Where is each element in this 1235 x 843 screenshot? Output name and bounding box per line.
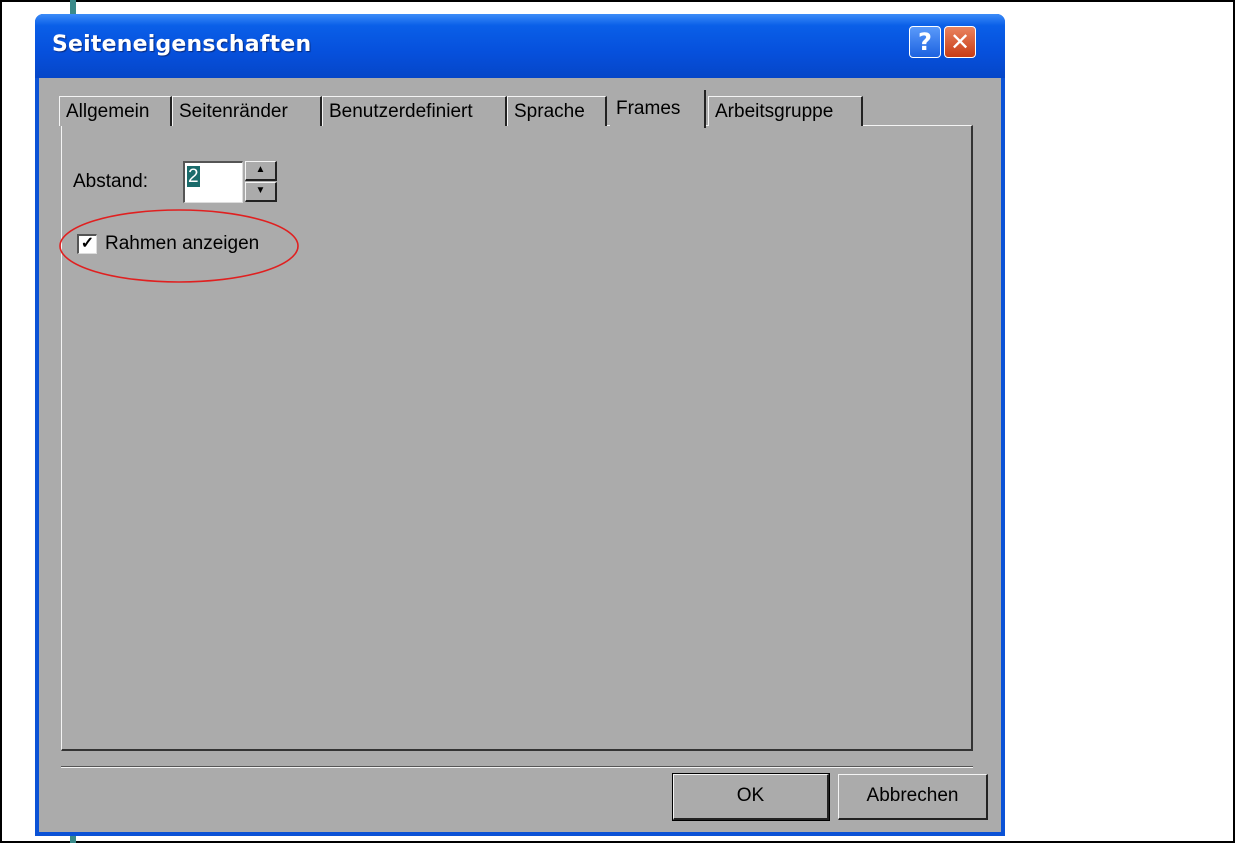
title-bar[interactable]: Seiteneigenschaften ? ✕ [35, 14, 1005, 78]
tab-arbeitsgruppe[interactable]: Arbeitsgruppe [708, 96, 863, 126]
page-properties-dialog: Seiteneigenschaften ? ✕ Allgemein Seiten… [35, 14, 1005, 836]
spin-up-button[interactable]: ▲ [245, 161, 277, 181]
dialog-client-area: Allgemein Seitenränder Benutzerdefiniert… [39, 78, 1001, 832]
ok-button[interactable]: OK [672, 773, 830, 821]
spin-down-button[interactable]: ▼ [245, 182, 277, 202]
spacing-input[interactable]: 2 [183, 161, 243, 203]
tab-sprache[interactable]: Sprache [507, 96, 607, 126]
background-window-edge [70, 0, 76, 14]
tab-panel-frames [61, 125, 973, 751]
arrow-up-icon: ▲ [255, 164, 266, 175]
tab-frames[interactable]: Frames [610, 90, 706, 128]
spacing-label: Abstand: [73, 171, 148, 192]
show-frames-label[interactable]: Rahmen anzeigen [105, 233, 259, 255]
tab-allgemein[interactable]: Allgemein [59, 96, 172, 126]
dialog-title: Seiteneigenschaften [52, 32, 312, 57]
close-button[interactable]: ✕ [944, 26, 976, 58]
divider [61, 767, 973, 768]
show-frames-checkbox[interactable]: ✓ [77, 234, 97, 254]
cancel-button[interactable]: Abbrechen [838, 774, 988, 820]
spacing-value: 2 [187, 166, 200, 187]
checkmark-icon: ✓ [80, 235, 95, 252]
help-icon: ? [918, 28, 932, 56]
tab-seitenraender[interactable]: Seitenränder [172, 96, 322, 126]
arrow-down-icon: ▼ [255, 185, 266, 196]
help-button[interactable]: ? [909, 26, 941, 58]
close-icon: ✕ [949, 28, 971, 56]
tab-benutzerdefiniert[interactable]: Benutzerdefiniert [322, 96, 507, 126]
